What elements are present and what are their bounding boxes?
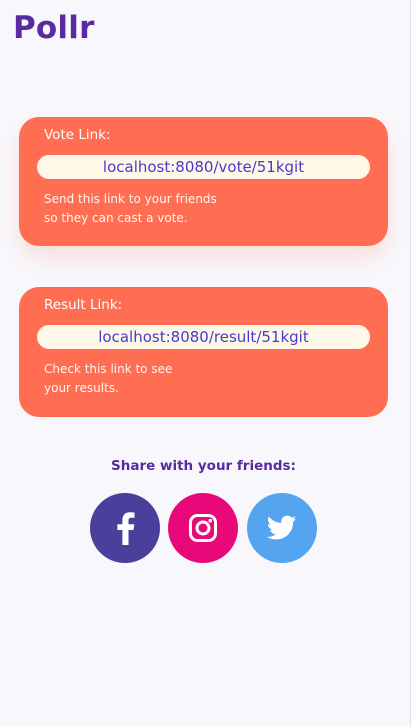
vote-help-line-1: Send this link to your friends xyxy=(44,192,217,206)
instagram-icon xyxy=(189,514,217,542)
facebook-share-button[interactable] xyxy=(90,493,160,563)
share-title: Share with your friends: xyxy=(111,458,296,474)
vote-help-line-2: so they can cast a vote. xyxy=(44,211,188,225)
vote-link-help: Send this link to your friends so they c… xyxy=(44,190,244,228)
vote-link-label: Vote Link: xyxy=(44,127,111,143)
vote-link-field[interactable]: localhost:8080/vote/51kgit xyxy=(37,155,370,179)
instagram-share-button[interactable] xyxy=(168,493,238,563)
result-link-label: Result Link: xyxy=(44,297,123,313)
result-link-card: Result Link: localhost:8080/result/51kgi… xyxy=(19,287,388,417)
result-link-help: Check this link to see your results. xyxy=(44,360,244,398)
twitter-share-button[interactable] xyxy=(247,493,317,563)
result-help-line-1: Check this link to see xyxy=(44,362,173,376)
vote-link-card: Vote Link: localhost:8080/vote/51kgit Se… xyxy=(19,117,388,246)
facebook-icon xyxy=(117,512,135,545)
app-logo: Pollr xyxy=(13,10,95,46)
result-link-field[interactable]: localhost:8080/result/51kgit xyxy=(37,325,370,349)
twitter-icon xyxy=(267,515,297,540)
result-help-line-2: your results. xyxy=(44,381,119,395)
